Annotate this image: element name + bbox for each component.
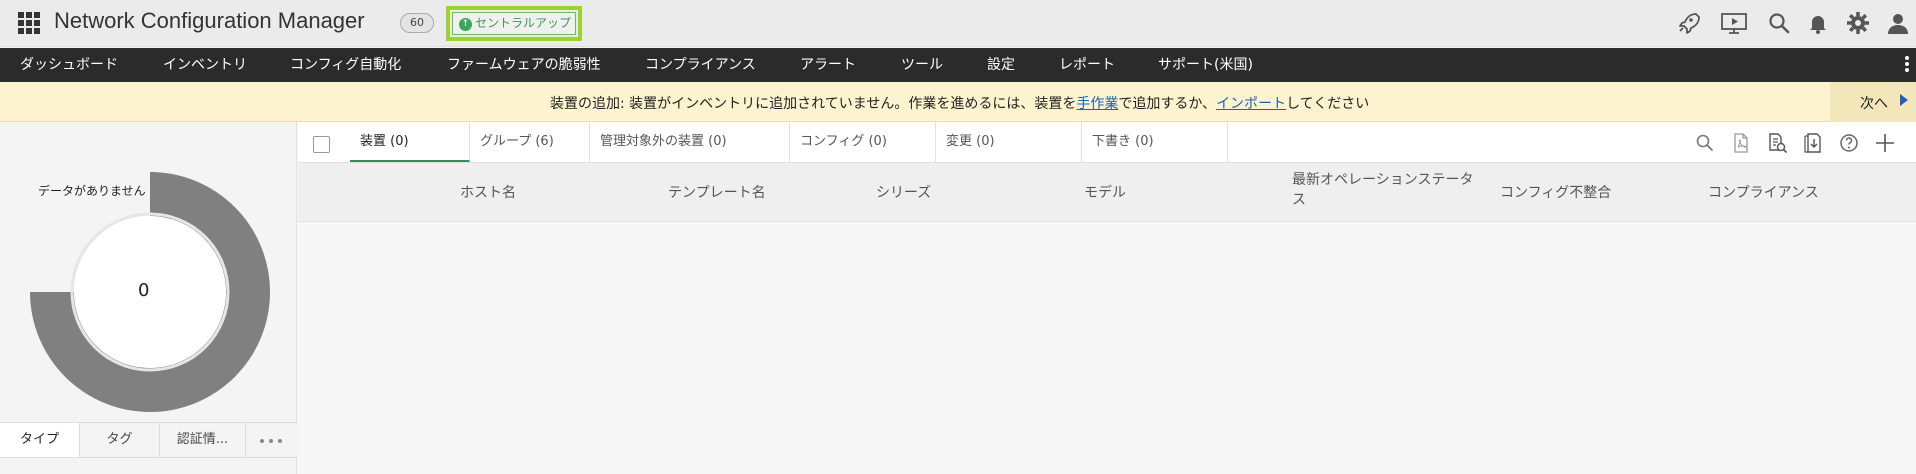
left-tab-tag[interactable]: タグ (80, 423, 160, 457)
info-banner: 装置の追加: 装置がインベントリに追加されていません。作業を進めるには、装置を手… (0, 82, 1916, 122)
column-model[interactable]: モデル (1084, 182, 1126, 202)
document-search-icon[interactable] (1766, 132, 1788, 154)
import-link[interactable]: インポート (1216, 96, 1286, 112)
tab-unmanaged-devices[interactable]: 管理対象外の装置 (0) (590, 122, 790, 162)
apps-grid-icon[interactable] (18, 12, 40, 34)
count-badge: 60 (400, 13, 434, 33)
user-icon[interactable] (1886, 11, 1910, 35)
nav-support[interactable]: サポート(米国) (1158, 48, 1253, 82)
central-upgrade-button[interactable]: ↑ セントラルアップ (446, 6, 582, 41)
document-import-icon[interactable] (1802, 132, 1824, 154)
main-content: 装置 (0) グループ (6) 管理対象外の装置 (0) コンフィグ (0) 変… (298, 122, 1916, 474)
more-vertical-icon[interactable] (1904, 55, 1910, 75)
bell-icon[interactable] (1806, 11, 1830, 35)
search-icon[interactable] (1694, 132, 1716, 154)
nav-reports[interactable]: レポート (1059, 48, 1115, 82)
banner-text-suffix: してください (1286, 96, 1370, 112)
app-header: Network Configuration Manager 60 ↑ セントラル… (0, 0, 1916, 47)
nav-config-automation[interactable]: コンフィグ自動化 (290, 48, 401, 82)
app-title: Network Configuration Manager (54, 8, 365, 33)
column-series[interactable]: シリーズ (876, 182, 931, 202)
left-tab-type[interactable]: タイプ (0, 423, 80, 457)
donut-center-value: 0 (138, 280, 150, 301)
column-compliance[interactable]: コンプライアンス (1708, 182, 1819, 202)
tab-groups[interactable]: グループ (6) (470, 122, 590, 162)
device-donut-chart (30, 172, 270, 412)
search-icon[interactable] (1767, 11, 1791, 35)
column-config-conflict[interactable]: コンフィグ不整合 (1500, 182, 1611, 202)
column-latest-operation-status[interactable]: 最新オペレーションステータス (1292, 170, 1480, 210)
no-data-label: データがありません (38, 184, 146, 198)
main-nav: ダッシュボード インベントリ コンフィグ自動化 ファームウェアの脆弱性 コンプラ… (0, 48, 1916, 82)
tab-changes[interactable]: 変更 (0) (936, 122, 1082, 162)
banner-text-prefix: 装置の追加: 装置がインベントリに追加されていません。作業を進めるには、装置を (550, 96, 1077, 112)
table-header: ホスト名 テンプレート名 シリーズ モデル 最新オペレーションステータス コンフ… (298, 163, 1916, 222)
plus-icon[interactable] (1874, 132, 1896, 154)
nav-firmware-vulnerability[interactable]: ファームウェアの脆弱性 (447, 48, 601, 82)
banner-message: 装置の追加: 装置がインベントリに追加されていません。作業を進めるには、装置を手… (550, 93, 1369, 113)
column-template-name[interactable]: テンプレート名 (668, 182, 766, 202)
banner-text-middle: で追加するか、 (1118, 96, 1217, 112)
nav-settings[interactable]: 設定 (987, 48, 1015, 82)
nav-dashboard[interactable]: ダッシュボード (20, 48, 118, 82)
help-icon[interactable] (1838, 132, 1860, 154)
banner-next-label: 次へ (1860, 96, 1888, 112)
device-tabbar: 装置 (0) グループ (6) 管理対象外の装置 (0) コンフィグ (0) 変… (298, 122, 1916, 163)
left-tabs: タイプ タグ 認証情... (0, 422, 297, 458)
pdf-export-icon[interactable] (1730, 132, 1752, 154)
rocket-icon[interactable] (1676, 11, 1700, 35)
left-panel: データがありません 0 タイプ タグ 認証情... (0, 122, 297, 474)
nav-inventory[interactable]: インベントリ (163, 48, 247, 82)
left-tab-credentials[interactable]: 認証情... (160, 423, 246, 457)
manual-add-link[interactable]: 手作業 (1076, 96, 1118, 112)
triangle-right-icon (1900, 94, 1908, 106)
tab-configs[interactable]: コンフィグ (0) (790, 122, 936, 162)
banner-next-button[interactable]: 次へ (1830, 82, 1916, 122)
nav-tools[interactable]: ツール (901, 48, 943, 82)
tab-drafts[interactable]: 下書き (0) (1082, 122, 1228, 162)
tab-devices[interactable]: 装置 (0) (350, 122, 470, 162)
column-hostname[interactable]: ホスト名 (460, 182, 516, 202)
gear-icon[interactable] (1846, 11, 1870, 35)
nav-alarms[interactable]: アラート (800, 48, 856, 82)
donut-hole (74, 216, 226, 368)
presentation-icon[interactable] (1720, 11, 1748, 35)
nav-compliance[interactable]: コンプライアンス (645, 48, 756, 82)
more-horizontal-icon[interactable] (246, 423, 297, 457)
central-upgrade-label: セントラルアップ (475, 16, 572, 30)
select-all-checkbox[interactable] (313, 136, 330, 153)
arrow-up-icon: ↑ (459, 18, 472, 31)
